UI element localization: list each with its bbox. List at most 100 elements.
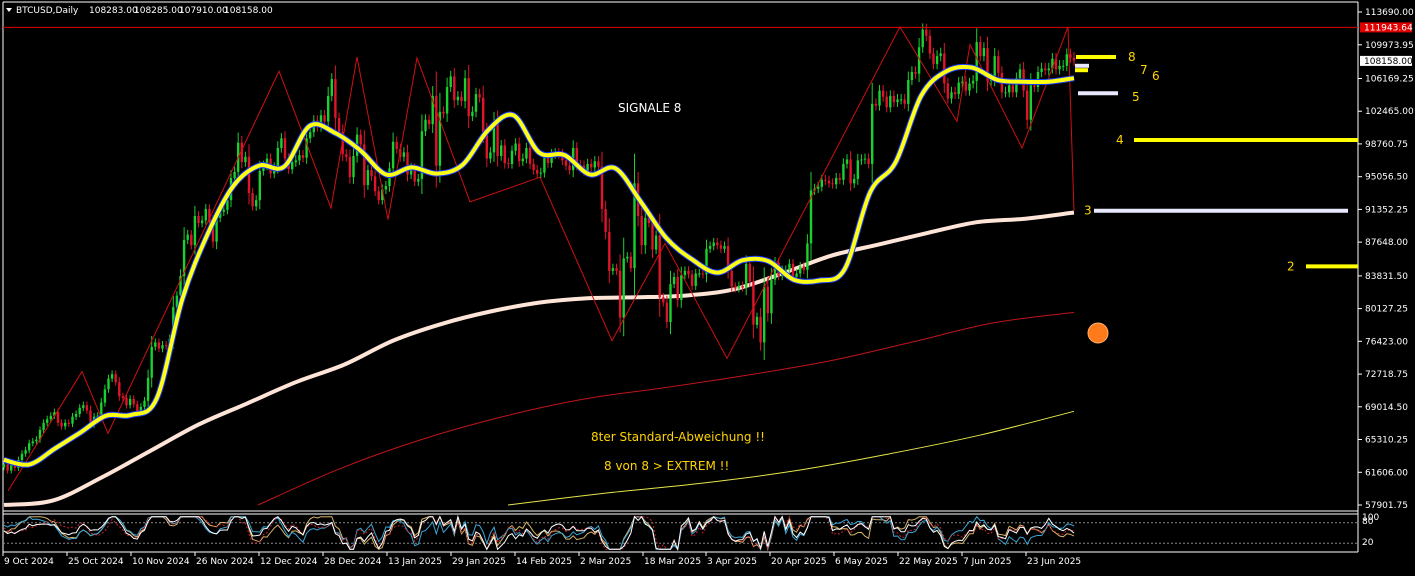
x-tick-label: 25 Oct 2024 xyxy=(68,557,124,567)
candle-body xyxy=(914,72,917,74)
candle-body xyxy=(330,79,333,96)
candle-body xyxy=(892,95,896,103)
price-chart[interactable]: 8765432 100 80 20 113690.00 109973.95 106169… xyxy=(0,0,1415,572)
candle-body xyxy=(1004,92,1007,94)
candle-body xyxy=(337,118,341,133)
x-tick-label: 22 May 2025 xyxy=(899,557,958,567)
candle-body xyxy=(528,148,532,164)
candle-body xyxy=(283,138,287,159)
candle-body xyxy=(1069,54,1072,58)
candle-body xyxy=(298,155,301,161)
chart-canvas[interactable]: 87 65432 1008020 113690.00109973.95106169… xyxy=(0,0,1415,572)
y-tick-label: 61606.00 xyxy=(1365,468,1408,478)
candle-body xyxy=(294,160,297,163)
candle-body xyxy=(1008,85,1011,93)
candle-body xyxy=(604,209,607,232)
candle-body xyxy=(1026,90,1029,120)
candle-body xyxy=(521,158,524,162)
candle-body xyxy=(78,407,81,414)
x-tick-label: 7 Jun 2025 xyxy=(963,557,1011,567)
candle-body xyxy=(953,92,957,95)
y-tick-label: 72718.75 xyxy=(1365,370,1408,380)
price-tag-label: 111943.64 xyxy=(1364,23,1413,33)
high-value: 108285.00 xyxy=(134,6,183,16)
extreme-annotation: 8 von 8 > EXTREM !! xyxy=(604,459,729,473)
candle-body xyxy=(103,389,107,403)
candle-body xyxy=(1033,85,1036,88)
candle-body xyxy=(669,284,672,323)
candle-body xyxy=(1040,68,1043,72)
y-tick-label: 57901.75 xyxy=(1365,501,1408,511)
y-tick-label: 98760.75 xyxy=(1365,140,1408,150)
x-tick-label: 9 Oct 2024 xyxy=(4,557,54,567)
candle-body xyxy=(370,170,373,177)
candle-body xyxy=(489,152,492,159)
candle-body xyxy=(939,53,942,57)
candle-body xyxy=(35,439,38,442)
candle-body xyxy=(708,246,712,249)
candle-body xyxy=(71,416,74,424)
signal-level-label-7: 7 xyxy=(1140,63,1148,77)
candle-body xyxy=(802,266,805,270)
candle-body xyxy=(100,402,103,416)
candle-body xyxy=(2,464,6,468)
candle-body xyxy=(568,165,571,171)
candle-body xyxy=(352,156,355,178)
candle-body xyxy=(651,223,654,250)
candle-body xyxy=(244,156,247,163)
candle-body xyxy=(730,270,733,287)
candle-body xyxy=(309,132,312,139)
candle-body xyxy=(672,277,676,285)
candle-body xyxy=(889,95,892,108)
candle-body xyxy=(755,316,759,325)
candle-body xyxy=(525,148,528,159)
candle-body xyxy=(460,96,463,102)
candle-body xyxy=(1062,65,1065,67)
x-tick-label: 23 Jun 2025 xyxy=(1027,557,1081,567)
candle-body xyxy=(878,90,881,106)
y-tick-label: 95056.50 xyxy=(1365,173,1408,183)
candle-body xyxy=(42,422,45,430)
candle-body xyxy=(885,96,888,108)
candle-body xyxy=(982,48,986,57)
candle-body xyxy=(662,297,665,303)
x-tick-label: 13 Jan 2025 xyxy=(388,557,442,567)
candle-body xyxy=(597,161,600,167)
candle-body xyxy=(806,243,809,270)
candle-body xyxy=(921,29,924,48)
candle-body xyxy=(67,422,70,424)
candle-body xyxy=(860,159,863,161)
candle-body xyxy=(402,152,406,157)
signal-dot xyxy=(1087,322,1109,344)
candle-body xyxy=(222,209,225,212)
candle-body xyxy=(204,209,207,221)
y-tick-label: 102465.00 xyxy=(1365,107,1414,117)
candle-body xyxy=(518,143,521,162)
candle-body xyxy=(334,79,337,118)
candle-body xyxy=(658,235,661,298)
candle-body xyxy=(590,163,593,168)
candle-body xyxy=(640,216,643,246)
candle-body xyxy=(200,220,204,224)
candle-body xyxy=(950,92,953,99)
signal-annotation: SIGNALE 8 xyxy=(618,101,681,115)
candle-body xyxy=(49,415,52,420)
candle-body xyxy=(719,245,723,249)
candle-body xyxy=(64,422,67,427)
candle-body xyxy=(456,96,460,101)
y-tick-label: 106169.25 xyxy=(1365,75,1414,85)
candle-body xyxy=(629,256,633,269)
candle-body xyxy=(301,155,305,158)
candle-body xyxy=(150,346,153,378)
candle-body xyxy=(56,412,60,423)
candle-body xyxy=(373,176,377,192)
candle-body xyxy=(449,76,452,87)
candle-body xyxy=(143,400,146,407)
candle-body xyxy=(74,414,78,417)
candle-body xyxy=(384,186,388,190)
candle-body xyxy=(496,122,499,156)
candle-body xyxy=(687,270,690,275)
x-tick-label: 14 Feb 2025 xyxy=(516,557,572,567)
candle-body xyxy=(251,193,254,207)
candle-body xyxy=(161,345,164,349)
